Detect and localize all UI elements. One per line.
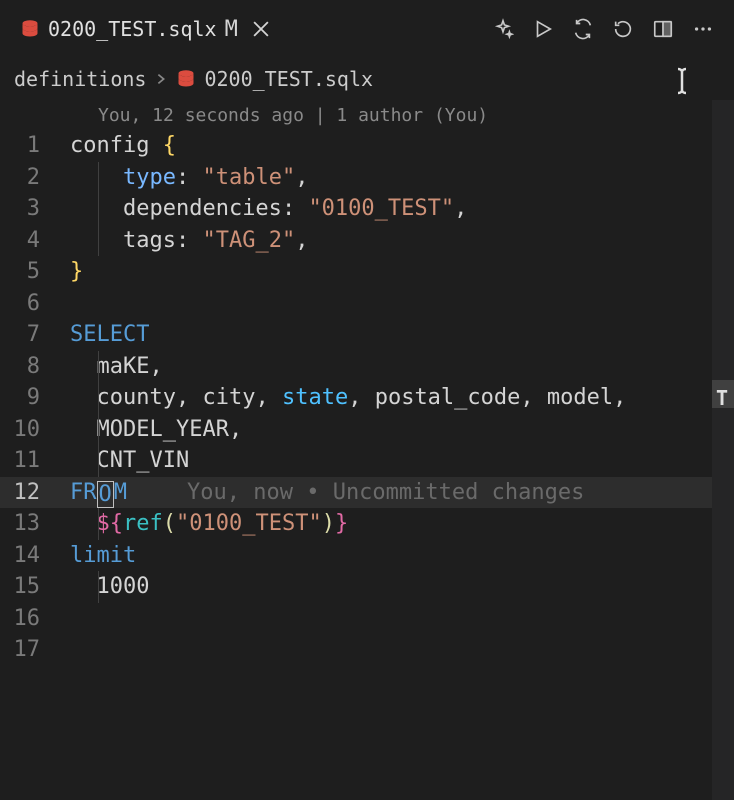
database-icon	[20, 19, 40, 39]
close-icon[interactable]	[246, 18, 276, 40]
text-caret: O	[97, 481, 114, 508]
line-number: 7	[0, 319, 70, 351]
code-line[interactable]: 7 SELECT	[0, 319, 734, 351]
code-line[interactable]: 17	[0, 634, 734, 666]
code-content[interactable]: ${ref("0100_TEST")}	[70, 508, 734, 540]
code-line[interactable]: 11 CNT_VIN	[0, 445, 734, 477]
breadcrumb-file[interactable]: 0200_TEST.sqlx	[204, 67, 373, 91]
text-cursor-icon	[670, 66, 694, 101]
line-number: 6	[0, 288, 70, 320]
line-number: 8	[0, 351, 70, 383]
code-line[interactable]: 8 maKE,	[0, 351, 734, 383]
play-icon[interactable]	[532, 18, 554, 40]
code-content[interactable]: FROMYou, now • Uncommitted changes	[70, 477, 734, 509]
line-number: 3	[0, 193, 70, 225]
tab-bar: 0200_TEST.sqlx M	[0, 0, 734, 58]
split-icon[interactable]	[652, 18, 674, 40]
code-line[interactable]: 15 1000	[0, 571, 734, 603]
line-number: 14	[0, 540, 70, 572]
code-content[interactable]: limit	[70, 540, 734, 572]
code-content[interactable]: dependencies: "0100_TEST",	[70, 193, 734, 225]
editor-scrollbar[interactable]: T	[712, 100, 734, 800]
line-number: 2	[0, 162, 70, 194]
code-editor[interactable]: 1 config { 2 type: "table", 3 dependenci…	[0, 130, 734, 666]
code-content[interactable]: CNT_VIN	[70, 445, 734, 477]
code-line[interactable]: 5 }	[0, 256, 734, 288]
line-number: 16	[0, 603, 70, 635]
sync-icon[interactable]	[572, 18, 594, 40]
line-number: 5	[0, 256, 70, 288]
line-number: 1	[0, 130, 70, 162]
line-number: 12	[0, 477, 70, 509]
code-line[interactable]: 3 dependencies: "0100_TEST",	[0, 193, 734, 225]
code-line[interactable]: 16	[0, 603, 734, 635]
line-number: 9	[0, 382, 70, 414]
line-number: 11	[0, 445, 70, 477]
line-number: 15	[0, 571, 70, 603]
code-line[interactable]: 13 ${ref("0100_TEST")}	[0, 508, 734, 540]
minimap-marker: T	[716, 386, 730, 404]
code-content[interactable]: MODEL_YEAR,	[70, 414, 734, 446]
line-number: 4	[0, 225, 70, 257]
line-number: 17	[0, 634, 70, 666]
breadcrumb[interactable]: definitions 0200_TEST.sqlx	[0, 58, 734, 100]
database-icon	[176, 69, 196, 89]
code-line[interactable]: 2 type: "table",	[0, 162, 734, 194]
code-content[interactable]: maKE,	[70, 351, 734, 383]
code-line[interactable]: 10 MODEL_YEAR,	[0, 414, 734, 446]
more-icon[interactable]	[692, 18, 714, 40]
code-line[interactable]: 1 config {	[0, 130, 734, 162]
code-content[interactable]: config {	[70, 130, 734, 162]
code-line[interactable]: 4 tags: "TAG_2",	[0, 225, 734, 257]
modified-indicator: M	[225, 17, 238, 42]
tab-title: 0200_TEST.sqlx	[48, 17, 217, 41]
code-content[interactable]: 1000	[70, 571, 734, 603]
undo-icon[interactable]	[612, 18, 634, 40]
editor-toolbar	[492, 18, 726, 40]
code-content[interactable]: type: "table",	[70, 162, 734, 194]
code-content[interactable]: county, city, state, postal_code, model,	[70, 382, 734, 414]
sparkle-icon[interactable]	[492, 18, 514, 40]
gitlens-annotation: You, now • Uncommitted changes	[187, 480, 584, 505]
code-line[interactable]: 9 county, city, state, postal_code, mode…	[0, 382, 734, 414]
code-content[interactable]: tags: "TAG_2",	[70, 225, 734, 257]
code-content[interactable]: SELECT	[70, 319, 734, 351]
code-line[interactable]: 6	[0, 288, 734, 320]
line-number: 13	[0, 508, 70, 540]
line-number: 10	[0, 414, 70, 446]
code-content[interactable]: }	[70, 256, 734, 288]
codelens-author[interactable]: You, 12 seconds ago | 1 author (You)	[0, 100, 734, 130]
code-line-active[interactable]: 12 FROMYou, now • Uncommitted changes	[0, 477, 734, 509]
chevron-right-icon	[154, 72, 168, 86]
tab-active[interactable]: 0200_TEST.sqlx M	[8, 2, 288, 56]
breadcrumb-folder[interactable]: definitions	[14, 67, 146, 91]
code-line[interactable]: 14 limit	[0, 540, 734, 572]
